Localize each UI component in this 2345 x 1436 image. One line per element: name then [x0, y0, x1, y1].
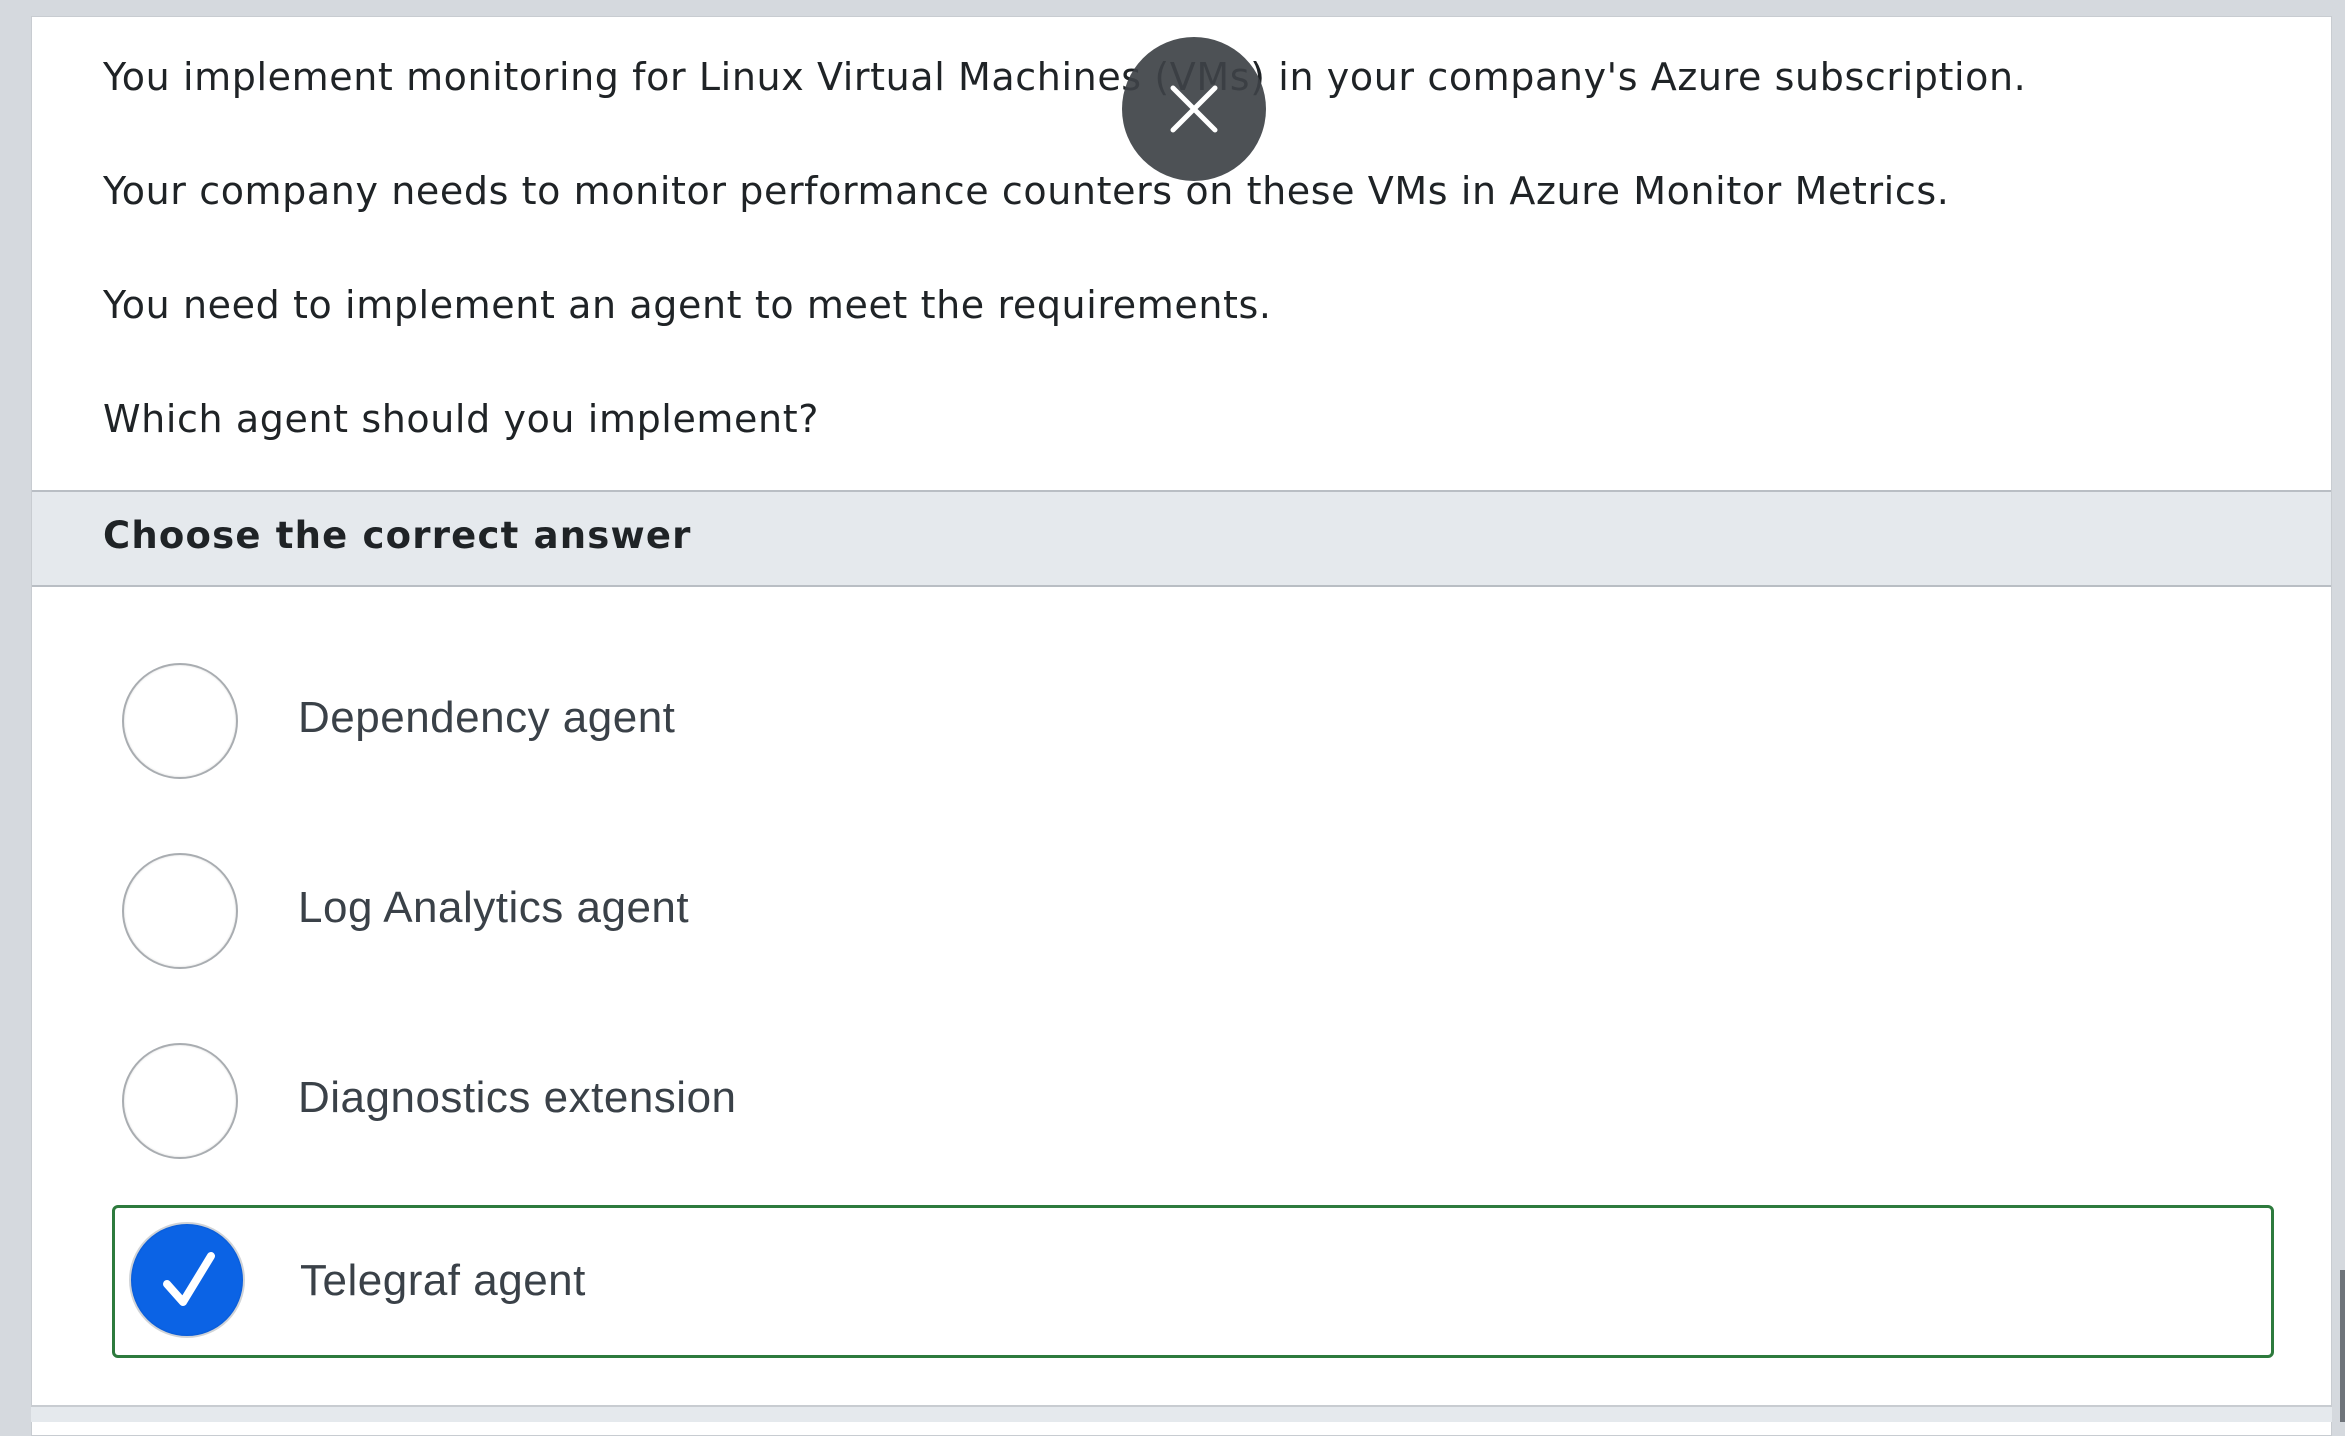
question-line-2: Your company needs to monitor performanc…: [103, 169, 1950, 213]
answer-option-diagnostics-extension[interactable]: Diagnostics extension: [82, 1017, 2272, 1167]
scrollbar-edge[interactable]: [2340, 1270, 2345, 1422]
answers-header-label: Choose the correct answer: [103, 514, 692, 557]
close-button[interactable]: [1122, 37, 1266, 181]
checkmark-icon: [163, 1252, 215, 1306]
answer-option-dependency-agent[interactable]: Dependency agent: [82, 637, 2272, 787]
question-line-3: You need to implement an agent to meet t…: [103, 283, 1272, 327]
bottom-divider: [31, 1405, 2332, 1422]
question-card: You implement monitoring for Linux Virtu…: [31, 16, 2332, 1436]
answer-option-log-analytics-agent[interactable]: Log Analytics agent: [82, 827, 2272, 977]
answers-header: Choose the correct answer: [32, 490, 2331, 587]
radio-button-unchecked[interactable]: [122, 1043, 238, 1159]
radio-button-unchecked[interactable]: [122, 663, 238, 779]
close-icon: [1170, 85, 1218, 133]
answer-option-label: Diagnostics extension: [298, 1073, 737, 1122]
radio-button-checked[interactable]: [129, 1222, 245, 1338]
answer-option-label: Dependency agent: [298, 693, 676, 742]
radio-button-unchecked[interactable]: [122, 853, 238, 969]
answer-option-telegraf-agent[interactable]: Telegraf agent: [112, 1205, 2274, 1358]
answer-option-label: Telegraf agent: [300, 1256, 586, 1305]
question-line-1: You implement monitoring for Linux Virtu…: [103, 55, 2027, 99]
question-prompt: Which agent should you implement?: [103, 397, 819, 441]
answer-option-label: Log Analytics agent: [298, 883, 690, 932]
